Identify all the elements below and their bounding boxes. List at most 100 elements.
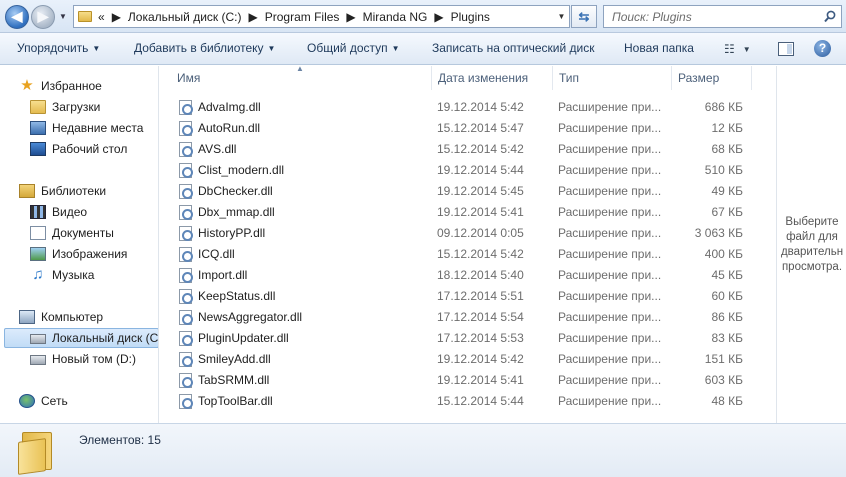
recent-pages-dropdown[interactable]: ▼ <box>59 12 67 21</box>
nav-downloads-label: Загрузки <box>52 100 101 114</box>
address-history-dropdown[interactable]: ▼ <box>553 6 570 27</box>
chevron-down-icon: ▼ <box>391 44 400 53</box>
column-divider[interactable] <box>671 66 672 90</box>
column-divider[interactable] <box>431 66 432 90</box>
details-pane: Элементов: 15 <box>0 423 846 477</box>
breadcrumb[interactable]: « ▶ Локальный диск (C:) ▶ Program Files … <box>73 5 570 28</box>
column-divider[interactable] <box>552 66 553 90</box>
nav-local-disk-c[interactable]: Локальный диск (C <box>4 328 158 348</box>
file-size: 67 КБ <box>711 205 743 219</box>
file-size: 603 КБ <box>704 373 743 387</box>
star-icon: ★ <box>20 77 34 94</box>
new-folder-label: Новая папка <box>624 41 694 55</box>
file-row[interactable]: ICQ.dll 15.12.2014 5:42 Расширение при... 4… <box>175 244 755 265</box>
dll-file-icon <box>179 184 193 199</box>
file-row[interactable]: Import.dll 18.12.2014 5:40 Расширение при.… <box>175 265 755 286</box>
file-size: 68 КБ <box>711 142 743 156</box>
breadcrumb-arrow-icon[interactable]: ▶ <box>248 10 257 24</box>
preview-pane-button[interactable] <box>778 42 794 56</box>
file-name: AVS.dll <box>198 142 237 156</box>
breadcrumb-item-plugins[interactable]: Plugins <box>451 10 490 24</box>
dll-file-icon <box>179 373 193 388</box>
file-row[interactable]: TopToolBar.dll 15.12.2014 5:44 Расширение … <box>175 391 755 412</box>
new-folder-button[interactable]: Новая папка <box>624 41 694 55</box>
breadcrumb-arrow-icon[interactable]: ▶ <box>434 10 443 24</box>
file-date: 09.12.2014 0:05 <box>437 226 524 240</box>
file-name: NewsAggregator.dll <box>198 310 303 324</box>
file-date: 19.12.2014 5:42 <box>437 352 524 366</box>
nav-favorites[interactable]: ★ Избранное <box>19 76 102 96</box>
breadcrumb-arrow-icon[interactable]: ▶ <box>346 10 355 24</box>
nav-music[interactable]: ♫ Музыка <box>30 265 94 285</box>
file-row[interactable]: Dbx_mmap.dll 19.12.2014 5:41 Расширение пр… <box>175 202 755 223</box>
nav-documents[interactable]: Документы <box>30 223 114 243</box>
nav-recent-places[interactable]: Недавние места <box>30 118 143 138</box>
file-date: 19.12.2014 5:44 <box>437 163 524 177</box>
change-view-button[interactable]: ☷ ▼ <box>724 42 751 56</box>
file-row[interactable]: AutoRun.dll 15.12.2014 5:47 Расширение при… <box>175 118 755 139</box>
nav-libraries[interactable]: Библиотеки <box>19 181 106 201</box>
file-date: 15.12.2014 5:42 <box>437 142 524 156</box>
refresh-icon: ⇆ <box>578 9 590 24</box>
nav-desktop-label: Рабочий стол <box>52 142 128 156</box>
nav-video[interactable]: Видео <box>30 202 87 222</box>
breadcrumb-item-miranda-ng[interactable]: Miranda NG <box>363 10 428 24</box>
column-header-type[interactable]: Тип <box>559 71 579 85</box>
breadcrumb-item-program-files[interactable]: Program Files <box>265 10 340 24</box>
refresh-button[interactable]: ⇆ <box>571 5 597 28</box>
file-row[interactable]: TabSRMM.dll 19.12.2014 5:41 Расширение при… <box>175 370 755 391</box>
file-name: AutoRun.dll <box>198 121 261 135</box>
nav-desktop[interactable]: Рабочий стол <box>30 139 127 159</box>
dll-file-icon <box>179 163 193 178</box>
file-type: Расширение при... <box>558 142 662 156</box>
column-header-name[interactable]: Имя <box>177 71 200 85</box>
breadcrumb-overflow[interactable]: « <box>98 10 105 24</box>
burn-button[interactable]: Записать на оптический диск <box>432 41 595 55</box>
back-arrow-icon: ◀ <box>11 8 23 24</box>
nav-network[interactable]: Сеть <box>19 391 68 411</box>
file-type: Расширение при... <box>558 268 662 282</box>
chevron-down-icon: ▼ <box>92 44 101 53</box>
column-divider[interactable] <box>751 66 752 90</box>
share-button[interactable]: Общий доступ ▼ <box>307 41 400 55</box>
file-row[interactable]: AVS.dll 15.12.2014 5:42 Расширение при... 6… <box>175 139 755 160</box>
forward-button[interactable]: ▶ <box>31 5 55 29</box>
recent-places-icon <box>30 121 46 135</box>
organize-button[interactable]: Упорядочить ▼ <box>17 41 100 55</box>
file-type: Расширение при... <box>558 226 662 240</box>
search-input[interactable] <box>612 9 812 24</box>
file-row[interactable]: SmileyAdd.dll 19.12.2014 5:42 Расширение п… <box>175 349 755 370</box>
column-header-date[interactable]: Дата изменения <box>438 71 528 85</box>
help-button[interactable]: ? <box>814 40 831 57</box>
file-date: 17.12.2014 5:51 <box>437 289 524 303</box>
nav-computer[interactable]: Компьютер <box>19 307 103 327</box>
column-header-size[interactable]: Размер <box>678 71 719 85</box>
nav-new-volume-d[interactable]: Новый том (D:) <box>30 349 136 369</box>
file-row[interactable]: DbChecker.dll 19.12.2014 5:45 Расширение п… <box>175 181 755 202</box>
breadcrumb-arrow-icon[interactable]: ▶ <box>112 10 121 24</box>
dll-file-icon <box>179 205 193 220</box>
navigation-pane: ★ Избранное Загрузки Недавние места Рабоч… <box>0 66 159 423</box>
breadcrumb-item-local-disk[interactable]: Локальный диск (C:) <box>128 10 242 24</box>
file-date: 19.12.2014 5:42 <box>437 100 524 114</box>
file-size: 151 КБ <box>704 352 743 366</box>
burn-label: Записать на оптический диск <box>432 41 595 55</box>
file-row[interactable]: Clist_modern.dll 19.12.2014 5:44 Расширени… <box>175 160 755 181</box>
nav-music-label: Музыка <box>52 268 95 282</box>
file-name: AdvaImg.dll <box>198 100 261 114</box>
file-type: Расширение при... <box>558 247 662 261</box>
file-row[interactable]: KeepStatus.dll 17.12.2014 5:51 Расширение … <box>175 286 755 307</box>
add-to-library-button[interactable]: Добавить в библиотеку ▼ <box>134 41 275 55</box>
file-date: 15.12.2014 5:42 <box>437 247 524 261</box>
file-row[interactable]: NewsAggregator.dll 17.12.2014 5:54 Расшире… <box>175 307 755 328</box>
nav-downloads[interactable]: Загрузки <box>30 97 100 117</box>
nav-video-label: Видео <box>52 205 88 219</box>
file-row[interactable]: HistoryPP.dll 09.12.2014 0:05 Расширение п… <box>175 223 755 244</box>
file-row[interactable]: PluginUpdater.dll 17.12.2014 5:53 Расширен… <box>175 328 755 349</box>
file-row[interactable]: AdvaImg.dll 19.12.2014 5:42 Расширение при… <box>175 97 755 118</box>
file-date: 19.12.2014 5:45 <box>437 184 524 198</box>
search-icon[interactable] <box>824 10 836 23</box>
search-box[interactable] <box>603 5 842 28</box>
back-button[interactable]: ◀ <box>5 5 29 29</box>
nav-pictures[interactable]: Изображения <box>30 244 127 264</box>
